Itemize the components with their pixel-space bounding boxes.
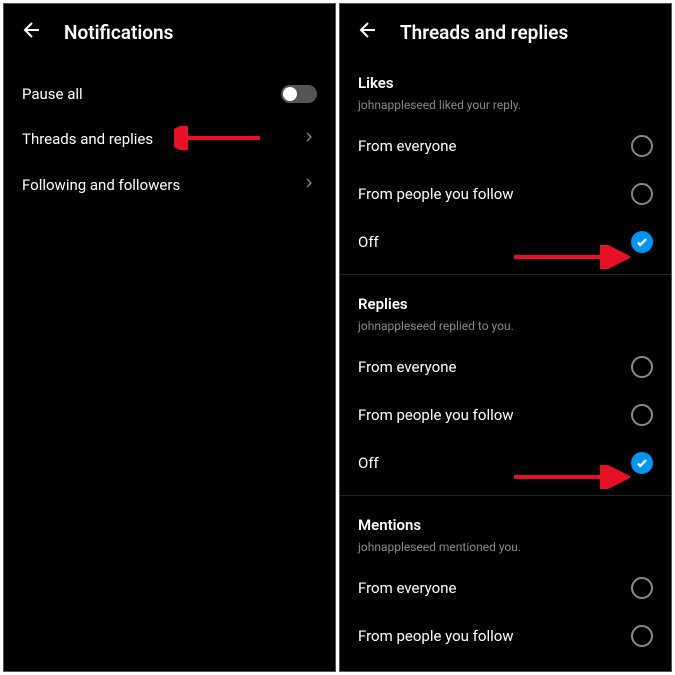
radio-unselected[interactable] (631, 356, 653, 378)
pause-all-row[interactable]: Pause all (4, 72, 335, 116)
divider (340, 495, 671, 496)
radio-unselected[interactable] (631, 625, 653, 647)
radio-unselected[interactable] (631, 577, 653, 599)
following-followers-label: Following and followers (22, 176, 180, 194)
section-title-likes: Likes (340, 60, 671, 96)
radio-unselected[interactable] (631, 135, 653, 157)
threads-replies-row[interactable]: Threads and replies (4, 116, 335, 162)
section-subtitle-likes: johnappleseed liked your reply. (340, 96, 671, 122)
threads-replies-label: Threads and replies (22, 130, 153, 148)
replies-from-everyone-row[interactable]: From everyone (340, 343, 671, 391)
chevron-right-icon (301, 129, 317, 149)
radio-selected[interactable] (631, 231, 653, 253)
back-arrow-icon[interactable] (20, 18, 44, 46)
chevron-right-icon (301, 175, 317, 195)
option-label: From everyone (358, 579, 456, 597)
likes-from-following-row[interactable]: From people you follow (340, 170, 671, 218)
section-title-mentions: Mentions (340, 502, 671, 538)
page-title: Notifications (64, 21, 173, 44)
option-label: From people you follow (358, 406, 514, 424)
following-followers-row[interactable]: Following and followers (4, 162, 335, 208)
mentions-from-everyone-row[interactable]: From everyone (340, 564, 671, 612)
replies-off-row[interactable]: Off (340, 439, 671, 487)
mentions-from-following-row[interactable]: From people you follow (340, 612, 671, 660)
option-label: Off (358, 454, 379, 472)
likes-off-row[interactable]: Off (340, 218, 671, 266)
threads-replies-panel: Threads and replies Likes johnappleseed … (339, 3, 672, 672)
option-label: From everyone (358, 358, 456, 376)
section-subtitle-replies: johnappleseed replied to you. (340, 317, 671, 343)
option-label: From everyone (358, 137, 456, 155)
page-title: Threads and replies (400, 21, 568, 44)
pause-all-label: Pause all (22, 85, 83, 103)
notifications-panel: Notifications Pause all Threads and repl… (3, 3, 336, 672)
header-right: Threads and replies (340, 4, 671, 60)
pause-all-toggle[interactable] (281, 85, 317, 103)
section-subtitle-mentions: johnappleseed mentioned you. (340, 538, 671, 564)
option-label: From people you follow (358, 185, 514, 203)
option-label: Off (358, 233, 379, 251)
radio-unselected[interactable] (631, 183, 653, 205)
divider (340, 274, 671, 275)
header-left: Notifications (4, 4, 335, 60)
back-arrow-icon[interactable] (356, 18, 380, 46)
section-title-replies: Replies (340, 281, 671, 317)
radio-selected[interactable] (631, 452, 653, 474)
likes-from-everyone-row[interactable]: From everyone (340, 122, 671, 170)
replies-from-following-row[interactable]: From people you follow (340, 391, 671, 439)
option-label: From people you follow (358, 627, 514, 645)
radio-unselected[interactable] (631, 404, 653, 426)
